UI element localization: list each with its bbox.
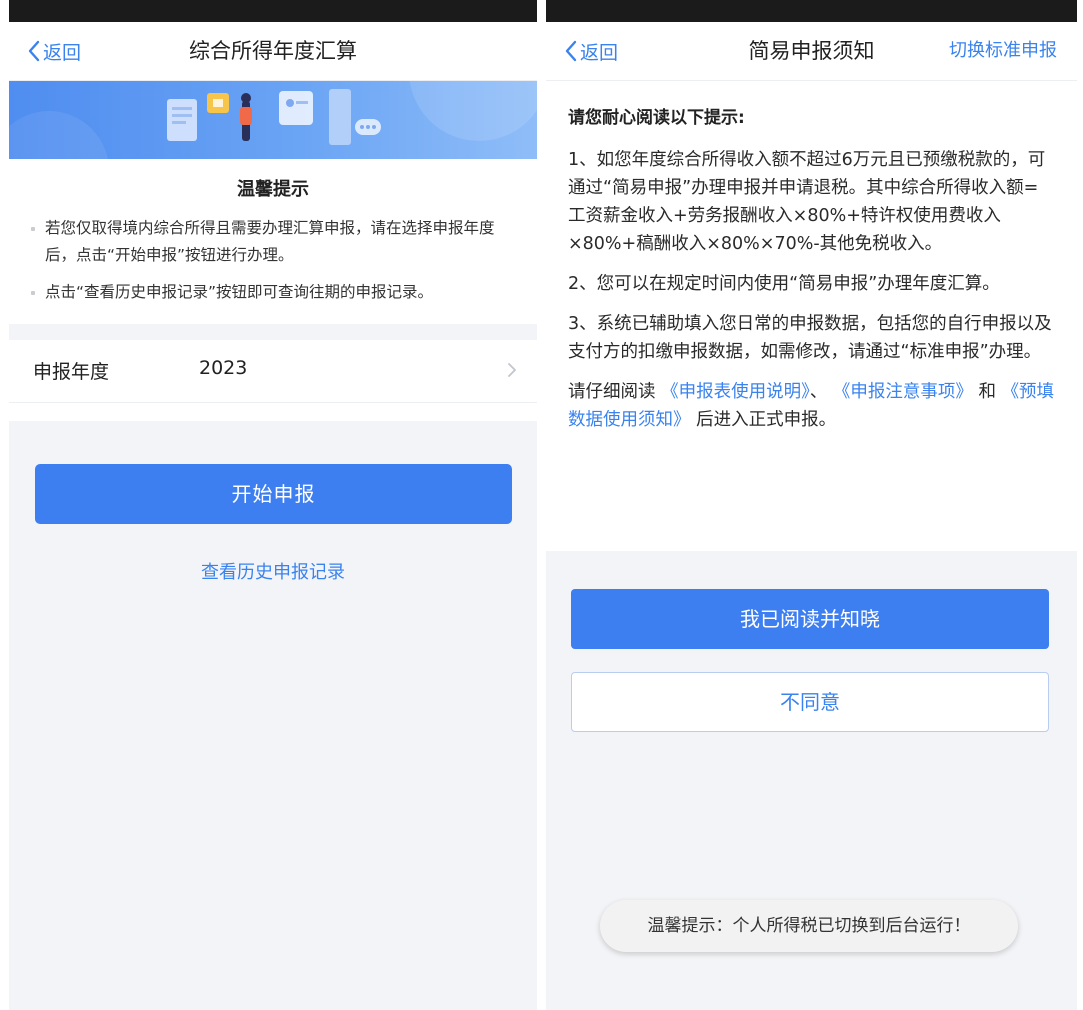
nav-bar: 返回 综合所得年度汇算 (9, 22, 537, 81)
toast-message: 温馨提示：个人所得税已切换到后台运行！ (600, 900, 1018, 952)
tip-item: 若您仅取得境内综合所得且需要办理汇算申报，请在选择申报年度后，点击“开始申报”按… (29, 215, 517, 269)
start-filing-button[interactable]: 开始申报 (35, 464, 512, 524)
bullet-icon (31, 291, 35, 295)
reading-prefix: 请仔细阅读 (568, 382, 656, 402)
form-instructions-link[interactable]: 《申报表使用说明》 (661, 382, 810, 402)
agree-button[interactable]: 我已阅读并知晓 (571, 589, 1049, 649)
tip-text: 点击“查看历史申报记录”按钮即可查询往期的申报记录。 (45, 283, 434, 301)
tax-year-label: 申报年度 (33, 361, 110, 383)
tips-section: 温馨提示 若您仅取得境内综合所得且需要办理汇算申报，请在选择申报年度后，点击“开… (9, 159, 537, 324)
status-bar (546, 0, 1077, 22)
right-screen: 返回 简易申报须知 切换标准申报 请您耐心阅读以下提示: 1、如您年度综合所得收… (546, 0, 1077, 1010)
reading-suffix: 后进入正式申报。 (696, 410, 837, 430)
disagree-button[interactable]: 不同意 (571, 672, 1049, 732)
tax-year-value: 2023 (199, 357, 248, 379)
notice-heading: 请您耐心阅读以下提示: (568, 108, 745, 128)
separator-text: 和 (978, 382, 996, 402)
tax-year-selector[interactable]: 申报年度 2023 (9, 340, 537, 403)
chevron-right-icon (508, 363, 516, 377)
notice-content: 请您耐心阅读以下提示: 1、如您年度综合所得收入额不超过6万元且已预缴税款的，可… (546, 81, 1077, 464)
banner-art (9, 81, 537, 159)
notice-paragraph: 1、如您年度综合所得收入额不超过6万元且已预缴税款的，可通过“简易申报”办理申报… (568, 150, 1046, 254)
tip-text: 若您仅取得境内综合所得且需要办理汇算申报，请在选择申报年度后，点击“开始申报”按… (45, 219, 495, 264)
history-records-link[interactable]: 查看历史申报记录 (9, 558, 537, 584)
reading-instructions: 请仔细阅读 《申报表使用说明》、 《申报注意事项》 和 《预填数据使用须知》 后… (568, 378, 1055, 434)
nav-bar: 返回 简易申报须知 切换标准申报 (546, 22, 1077, 81)
action-area: 我已阅读并知晓 不同意 温馨提示：个人所得税已切换到后台运行！ (546, 551, 1077, 1010)
separator-text: 、 (809, 382, 828, 402)
filing-notes-link[interactable]: 《申报注意事项》 (833, 382, 973, 402)
tip-item: 点击“查看历史申报记录”按钮即可查询往期的申报记录。 (29, 279, 517, 306)
left-screen: 返回 综合所得年度汇算 温馨提示 若您仅取得境内综合所得且需要办理汇算申报，请在… (9, 0, 537, 1010)
page-title: 综合所得年度汇算 (189, 39, 357, 63)
notice-paragraph: 3、系统已辅助填入您日常的申报数据，包括您的自行申报以及支付方的扣缴申报数据，如… (568, 314, 1052, 362)
banner-illustration (9, 81, 537, 159)
section-divider (9, 324, 537, 340)
switch-standard-filing-link[interactable]: 切换标准申报 (949, 36, 1057, 66)
status-bar (9, 0, 537, 22)
tips-title: 温馨提示 (237, 179, 309, 200)
bullet-icon (31, 227, 35, 231)
action-area: 开始申报 查看历史申报记录 (9, 421, 537, 1010)
notice-paragraph: 2、您可以在规定时间内使用“简易申报”办理年度汇算。 (568, 274, 1000, 294)
